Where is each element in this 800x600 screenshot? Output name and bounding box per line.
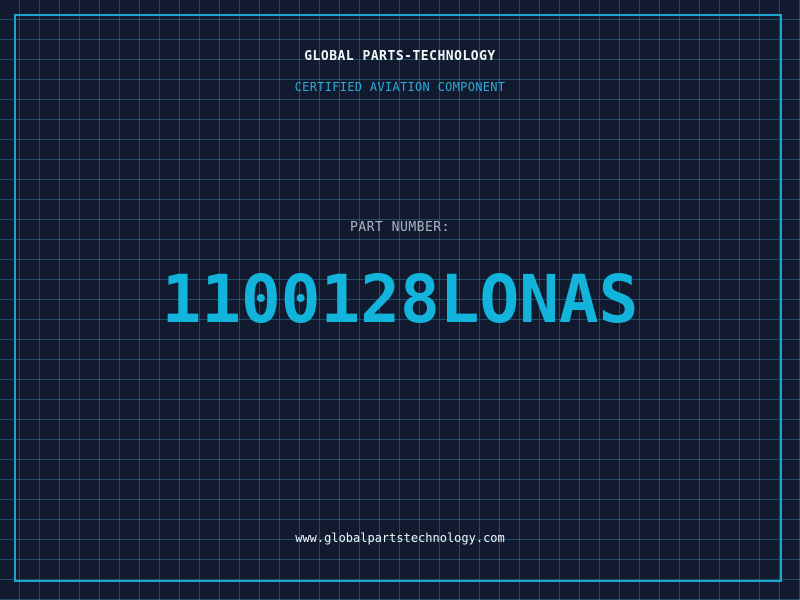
company-name: GLOBAL PARTS-TECHNOLOGY [304, 49, 496, 64]
certification-subtitle: CERTIFIED AVIATION COMPONENT [294, 80, 506, 94]
part-number-value: 1100128LONAS [161, 261, 639, 338]
part-number-label: PART NUMBER: [350, 220, 450, 235]
website-url: www.globalpartstechnology.com [295, 531, 505, 545]
